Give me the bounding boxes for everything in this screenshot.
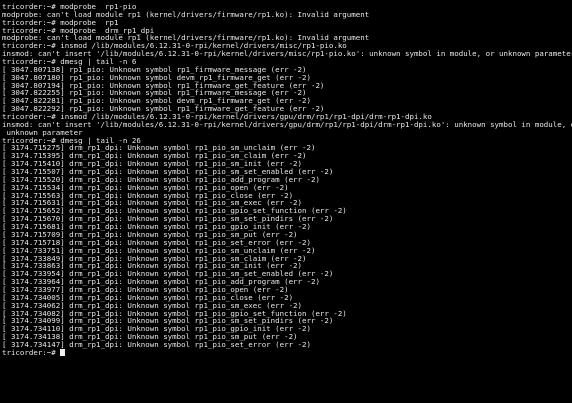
terminal-input-line[interactable]: tricorder:~#	[2, 347, 572, 357]
terminal-line: [ 3174.734147] drm_rp1_dpi: Unknown symb…	[2, 339, 311, 349]
text-cursor	[60, 348, 65, 356]
terminal-window[interactable]: tricorder:~# modprobe rp1-pio modprobe: c…	[0, 0, 572, 403]
shell-prompt: tricorder:~#	[2, 347, 61, 357]
terminal-line: insmod: can't insert '/lib/modules/6.12.…	[2, 119, 572, 129]
terminal-output: tricorder:~# modprobe rp1-pio modprobe: c…	[2, 3, 572, 349]
